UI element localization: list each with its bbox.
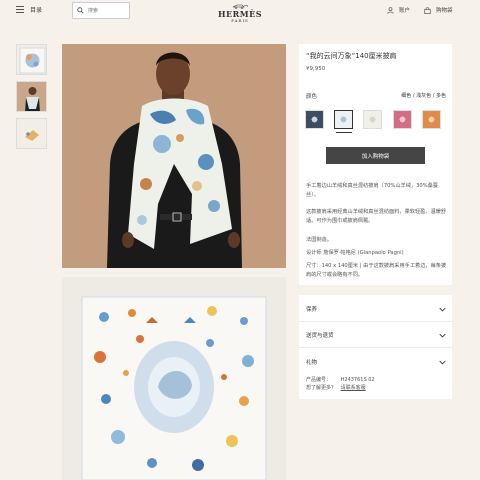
menu-label: 目录 — [30, 7, 43, 14]
swatch-pattern — [366, 113, 379, 126]
color-swatch-pink[interactable] — [393, 110, 412, 129]
description-material: 手工着边山羊绒和真丝混纺披肩（70%山羊绒，30%桑蚕丝）。 — [306, 183, 438, 198]
color-value: 细色 / 浅灰色 / 多色 — [401, 93, 446, 99]
divider — [299, 321, 452, 322]
chevron-down-icon — [439, 307, 446, 312]
color-swatch-light-blue[interactable] — [334, 110, 353, 129]
product-info-card: “我的云间万象”140厘米披肩 ¥9,950 颜色 细色 / 浅灰色 / 多色 … — [299, 44, 452, 285]
add-to-cart-button[interactable]: 加入购物袋 — [326, 147, 425, 164]
help-prefix: 想了解更多？ — [306, 385, 337, 391]
hamburger-icon — [16, 6, 24, 13]
account-label: 账户 — [399, 8, 411, 14]
model-thumbnail-image — [25, 87, 40, 111]
product-price: ¥9,950 — [306, 66, 326, 72]
brand-logo[interactable]: HERMÈS PARIS — [216, 3, 264, 23]
cart-button[interactable]: 购物袋 — [424, 6, 453, 14]
thumbnail-model[interactable] — [16, 81, 47, 112]
product-number-label: 产品编号： — [306, 377, 332, 383]
scarf-photo-image — [62, 277, 286, 480]
model-photo-image — [62, 44, 286, 268]
accordion-gift[interactable]: 礼物 — [306, 354, 446, 370]
help-text: 想了解更多？ 请联系客服 — [306, 384, 366, 391]
thumbnail-scarf-front[interactable] — [16, 44, 47, 75]
folded-scarf-thumbnail-image — [19, 125, 46, 147]
bag-icon — [424, 6, 431, 14]
product-photo-scarf[interactable] — [62, 277, 286, 480]
description-designer: 设计师 詹保罗·帕格尼 (Gianpaolo Pagni) — [306, 250, 404, 256]
swatch-pattern — [308, 113, 321, 126]
swatch-pattern — [396, 113, 409, 126]
user-icon — [387, 6, 394, 14]
search-input[interactable]: 搜索 — [72, 2, 130, 19]
color-swatch-navy[interactable] — [305, 110, 324, 129]
cart-label: 购物袋 — [436, 8, 453, 14]
product-number: 产品编号： H243761S 02 — [306, 376, 375, 383]
accordion-shipping-returns[interactable]: 送货与退货 — [306, 327, 446, 343]
accordion-label: 保养 — [306, 307, 318, 313]
selected-swatch-indicator — [336, 132, 352, 133]
accordion-label: 礼物 — [306, 360, 318, 366]
product-title: “我的云间万象”140厘米披肩 — [306, 52, 397, 60]
description-details: 这款披肩采用经典山羊绒和真丝混纺面料，柔软轻盈、温暖舒适。可作为围巾或披肩佩戴。 — [306, 209, 447, 224]
chevron-down-icon — [439, 360, 446, 365]
description-origin: 法国制造。 — [306, 237, 332, 243]
contact-link[interactable]: 请联系客服 — [341, 385, 366, 391]
swatch-pattern — [425, 113, 438, 126]
color-swatch-cream[interactable] — [363, 110, 382, 129]
accordion-label: 送货与退货 — [306, 333, 334, 339]
product-number-value: H243761S 02 — [340, 377, 375, 383]
accordion-card: 保养 送货与退货 礼物 产品编号： H243761S 02 想了解更多？ 请联系… — [299, 295, 452, 399]
scarf-thumbnail-image — [19, 47, 46, 74]
color-swatch-orange[interactable] — [422, 110, 441, 129]
chevron-down-icon — [439, 333, 446, 338]
account-button[interactable]: 账户 — [387, 6, 410, 14]
thumbnail-scarf-folded[interactable] — [16, 118, 47, 149]
header: 目录 搜索 HERMÈS PARIS 账户 购物袋 — [0, 0, 480, 24]
search-icon — [77, 7, 84, 14]
accordion-care[interactable]: 保养 — [306, 301, 446, 317]
description-size: 尺寸：140 x 140厘米 | 由于这款披肩采用手工着边，每条披肩的尺寸或会略… — [306, 263, 447, 278]
divider — [299, 347, 452, 348]
color-label: 颜色 — [306, 94, 318, 100]
search-placeholder: 搜索 — [88, 8, 99, 14]
menu-button[interactable]: 目录 — [16, 5, 42, 14]
product-photo-model[interactable] — [62, 44, 286, 268]
swatch-pattern — [337, 113, 350, 126]
